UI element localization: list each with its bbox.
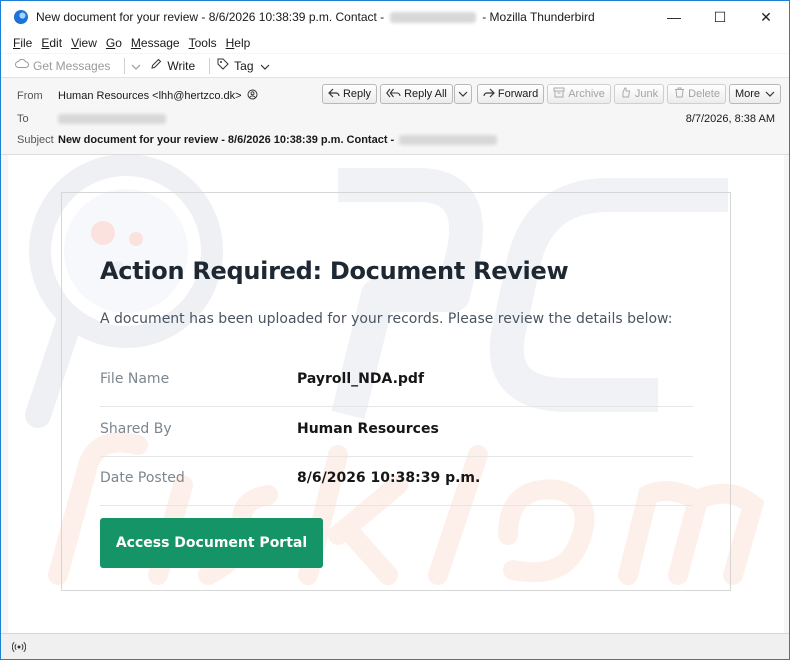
contact-status-icon[interactable] [247, 89, 258, 103]
from-value[interactable]: Human Resources <lhh@hertzco.dk> [58, 90, 242, 102]
reply-button[interactable]: Reply [321, 84, 378, 104]
menu-go-label: o [115, 36, 122, 50]
tag-button[interactable]: Tag [216, 58, 269, 73]
write-label: Write [167, 58, 196, 73]
from-row: From Human Resources <lhh@hertzco.dk> [17, 89, 258, 103]
menu-message[interactable]: Message [131, 36, 180, 50]
chevron-down-icon [765, 88, 775, 100]
date-posted-value: 8/6/2026 10:38:39 p.m. [297, 470, 481, 486]
redacted-subject-contact [399, 135, 498, 145]
window-title-app: - Mozilla Thunderbird [482, 10, 595, 24]
message-action-buttons: Reply Reply All Forward Archive Junk Del… [319, 84, 781, 104]
reply-all-button[interactable]: Reply All [380, 84, 453, 104]
to-label: To [17, 113, 29, 125]
more-button[interactable]: More [728, 84, 781, 104]
tag-icon [216, 58, 230, 73]
menu-view[interactable]: View [71, 36, 97, 50]
archive-label: Archive [568, 88, 605, 100]
email-title: Action Required: Document Review [100, 257, 569, 285]
reply-all-icon [386, 88, 401, 101]
window-title-text: New document for your review - 8/6/2026 … [36, 10, 385, 24]
menu-view-mnemonic: V [71, 36, 79, 50]
write-button[interactable]: Write [149, 58, 195, 73]
shared-by-label: Shared By [100, 421, 172, 437]
subject-label: Subject [17, 134, 54, 146]
thunderbird-icon [14, 10, 28, 24]
wifi-signal-icon[interactable] [11, 639, 27, 655]
window-controls: — ☐ ✕ [651, 1, 789, 33]
pencil-icon [149, 58, 163, 73]
minimize-button[interactable]: — [651, 1, 697, 33]
more-label: More [734, 88, 760, 100]
detail-row-date-posted: Date Posted 8/6/2026 10:38:39 p.m. [100, 456, 693, 506]
menu-bar: File Edit View Go Message Tools Help [1, 33, 789, 53]
close-button[interactable]: ✕ [743, 1, 789, 33]
file-name-value: Payroll_NDA.pdf [297, 371, 425, 387]
access-document-portal-button[interactable]: Access Document Portal [100, 518, 323, 568]
reply-icon [328, 88, 340, 101]
menu-edit[interactable]: Edit [41, 36, 62, 50]
main-toolbar: Get Messages Write Tag [1, 54, 789, 78]
email-intro: A document has been uploaded for your re… [100, 311, 673, 327]
menu-file[interactable]: File [13, 36, 32, 50]
menu-message-mnemonic: M [130, 36, 141, 50]
subject-row: Subject New document for your review - 8… [17, 134, 498, 146]
menu-help[interactable]: Help [226, 36, 251, 50]
menu-view-label: iew [78, 36, 97, 50]
detail-row-file-name: File Name Payroll_NDA.pdf [100, 357, 693, 407]
forward-icon [483, 88, 495, 101]
redacted-recipient [58, 114, 166, 124]
maximize-button[interactable]: ☐ [697, 1, 743, 33]
file-name-label: File Name [100, 371, 170, 387]
forward-label: Forward [497, 88, 539, 100]
menu-tools-label: ools [194, 36, 217, 50]
toolbar-separator [124, 57, 126, 74]
menu-help-mnemonic: H [225, 36, 235, 50]
from-label: From [17, 90, 43, 102]
date-posted-label: Date Posted [100, 470, 185, 486]
menu-file-label: ile [20, 36, 33, 50]
reply-all-dropdown[interactable] [453, 84, 472, 104]
menu-go[interactable]: Go [106, 36, 122, 50]
to-row: To [17, 113, 166, 125]
cloud-download-icon [15, 58, 29, 73]
delete-label: Delete [688, 88, 720, 100]
menu-help-label: elp [234, 36, 251, 50]
menu-edit-label: dit [49, 36, 63, 50]
chevron-down-icon [131, 59, 141, 73]
junk-icon [620, 87, 632, 101]
get-messages-dropdown[interactable] [131, 59, 141, 73]
toolbar-separator [209, 57, 211, 74]
thunderbird-window: New document for your review - 8/6/2026 … [0, 0, 790, 660]
shared-by-value: Human Resources [297, 421, 439, 437]
menu-go-mnemonic: G [105, 36, 116, 50]
menu-message-label: essage [140, 36, 180, 50]
title-bar: New document for your review - 8/6/2026 … [1, 1, 789, 33]
status-bar [1, 633, 789, 659]
message-date: 8/7/2026, 8:38 AM [685, 113, 775, 125]
redacted-contact [390, 11, 477, 23]
junk-button[interactable]: Junk [613, 84, 665, 104]
get-messages-label: Get Messages [33, 58, 111, 73]
archive-button[interactable]: Archive [547, 84, 611, 104]
delete-button[interactable]: Delete [667, 84, 726, 104]
menu-tools[interactable]: Tools [189, 36, 217, 50]
detail-row-shared-by: Shared By Human Resources [100, 407, 693, 457]
subject-value: New document for your review - 8/6/2026 … [58, 134, 395, 146]
reply-label: Reply [342, 88, 372, 100]
reply-all-label: Reply All [404, 88, 447, 100]
message-header-pane: From Human Resources <lhh@hertzco.dk> To… [1, 79, 789, 155]
get-messages-button[interactable]: Get Messages [15, 58, 110, 73]
chevron-down-icon [260, 59, 270, 73]
archive-icon [553, 87, 565, 101]
junk-label: Junk [634, 88, 659, 100]
email-card: Action Required: Document Review A docum… [61, 192, 731, 591]
chevron-down-icon [458, 88, 468, 100]
forward-button[interactable]: Forward [476, 84, 545, 104]
message-body: Action Required: Document Review A docum… [8, 155, 784, 633]
window-title: New document for your review - 8/6/2026 … [36, 10, 595, 24]
tag-label: Tag [234, 58, 254, 73]
trash-icon [673, 87, 685, 101]
